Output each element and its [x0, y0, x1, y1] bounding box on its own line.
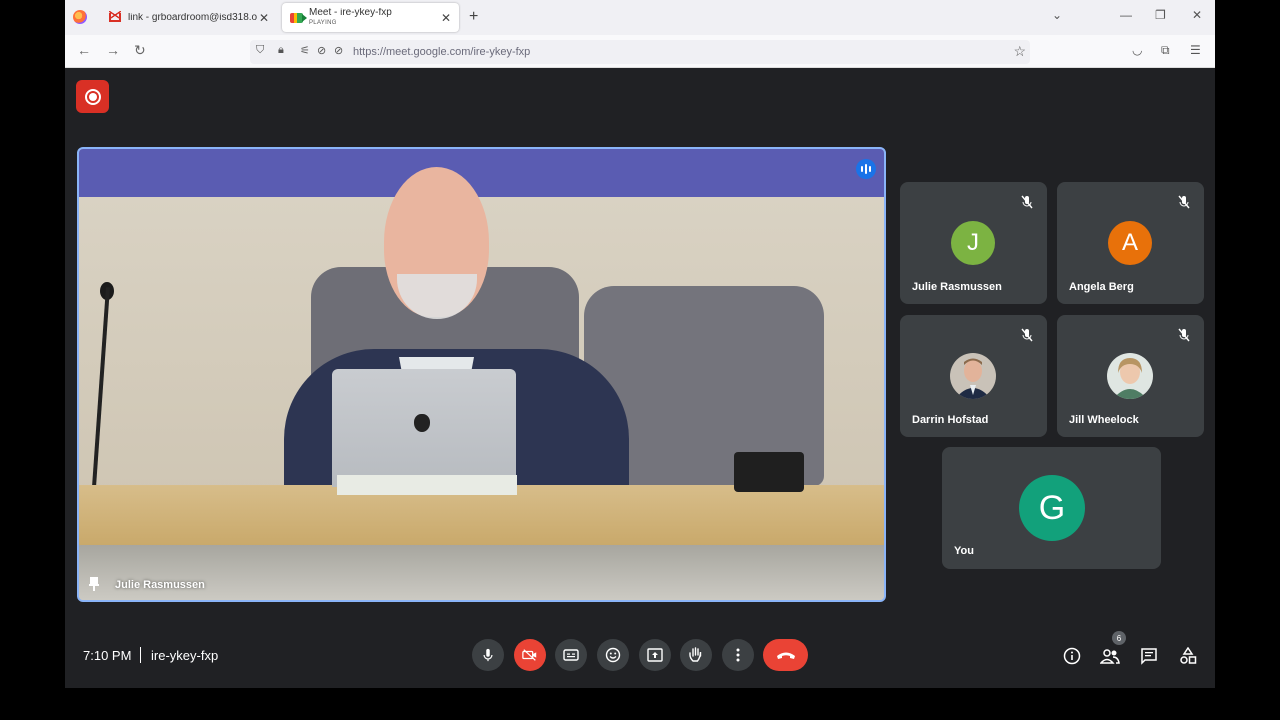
participant-name: Julie Rasmussen	[912, 281, 1002, 293]
chat-button[interactable]	[1138, 645, 1160, 667]
minimize-icon[interactable]: —	[1120, 8, 1132, 22]
activities-shapes-icon	[1180, 647, 1197, 664]
recording-icon	[76, 80, 109, 113]
participant-name: Angela Berg	[1069, 281, 1134, 293]
people-icon	[1100, 649, 1120, 664]
pin-icon[interactable]	[89, 577, 99, 591]
close-tab-icon[interactable]: ✕	[439, 11, 453, 25]
hang-up-icon	[776, 652, 795, 659]
menu-icon[interactable]: ☰	[1190, 43, 1201, 57]
avatar: A	[1108, 221, 1152, 265]
participant-name: Darrin Hofstad	[912, 414, 989, 426]
avatar: G	[1019, 475, 1085, 541]
browser-tab-bar: link - grboardroom@isd318.org ✕ Meet - i…	[65, 0, 1215, 35]
close-tab-icon[interactable]: ✕	[257, 11, 271, 25]
chat-icon	[1141, 648, 1157, 665]
tab-gmail[interactable]: link - grboardroom@isd318.org ✕	[99, 3, 277, 32]
avatar-photo	[950, 353, 996, 399]
meet-icon	[290, 12, 307, 23]
meeting-code: ire-ykey-fxp	[151, 648, 219, 663]
tab-playing-label: PLAYING	[309, 19, 337, 26]
main-video-tile[interactable]: Julie Rasmussen	[77, 147, 886, 602]
participant-name: Jill Wheelock	[1069, 414, 1139, 426]
emoji-icon	[605, 647, 621, 663]
speaking-indicator-icon	[856, 159, 876, 179]
window-close-icon[interactable]: ✕	[1192, 8, 1202, 22]
reload-icon[interactable]: ↻	[134, 42, 146, 59]
url-text: https://meet.google.com/ire-ykey-fxp	[353, 46, 531, 58]
reactions-button[interactable]	[597, 639, 629, 671]
muted-mic-icon	[1178, 195, 1190, 209]
tab-title: Meet - ire-ykey-fxp	[309, 7, 392, 18]
participant-tile[interactable]: Jill Wheelock	[1057, 315, 1204, 437]
captions-button[interactable]	[555, 639, 587, 671]
more-vert-icon	[736, 648, 740, 662]
leave-call-button[interactable]	[763, 639, 808, 671]
participant-tile[interactable]: A Angela Berg	[1057, 182, 1204, 304]
meeting-time: 7:10 PM	[83, 648, 132, 663]
tab-title: link - grboardroom@isd318.org	[128, 12, 257, 23]
divider	[140, 647, 141, 663]
extensions-icon[interactable]: ⧉	[1161, 43, 1170, 58]
participant-tile[interactable]: J Julie Rasmussen	[900, 182, 1047, 304]
participant-tile[interactable]: Darrin Hofstad	[900, 315, 1047, 437]
lock-icon[interactable]: 🔒︎	[278, 44, 284, 57]
captions-icon	[563, 649, 579, 661]
present-screen-icon	[647, 648, 663, 662]
info-icon	[1063, 647, 1081, 665]
firefox-icon	[73, 10, 87, 24]
people-button[interactable]	[1099, 645, 1121, 667]
microphone-button[interactable]	[472, 639, 504, 671]
mic-blocked-icon[interactable]: ⊘	[334, 44, 343, 57]
hand-icon	[689, 647, 702, 662]
browser-nav-bar: ← → ↻ ⛉ 🔒︎ ⚟ ⊘ ⊘ https://meet.google.com…	[65, 35, 1215, 68]
raise-hand-button[interactable]	[680, 639, 712, 671]
activities-button[interactable]	[1177, 645, 1199, 667]
self-name: You	[954, 545, 974, 557]
meeting-info-button[interactable]	[1061, 645, 1083, 667]
restore-icon[interactable]: ❐	[1155, 8, 1166, 22]
mic-icon	[483, 648, 493, 662]
back-icon[interactable]: ←	[77, 42, 91, 58]
camera-button[interactable]	[514, 639, 546, 671]
url-bar[interactable]: ⛉ 🔒︎ ⚟ ⊘ ⊘ https://meet.google.com/ire-y…	[250, 40, 1030, 64]
muted-mic-icon	[1021, 195, 1033, 209]
avatar: J	[951, 221, 995, 265]
shield-icon[interactable]: ⛉	[256, 44, 264, 57]
people-count-badge: 6	[1112, 631, 1126, 645]
more-options-button[interactable]	[722, 639, 754, 671]
new-tab-button[interactable]: +	[469, 8, 478, 26]
avatar-photo	[1107, 353, 1153, 399]
camera-blocked-icon[interactable]: ⊘	[317, 44, 326, 57]
camera-off-icon	[522, 649, 537, 661]
pocket-icon[interactable]: ◡	[1132, 43, 1142, 57]
bookmark-star-icon[interactable]: ☆	[1013, 43, 1026, 60]
present-button[interactable]	[639, 639, 671, 671]
permissions-icon[interactable]: ⚟	[300, 44, 310, 57]
muted-mic-icon	[1021, 328, 1033, 342]
video-feed	[79, 149, 884, 600]
gmail-icon	[109, 11, 121, 22]
self-tile[interactable]: G You	[942, 447, 1161, 569]
tab-list-chevron-icon[interactable]: ⌄	[1052, 8, 1062, 22]
forward-icon[interactable]: →	[106, 42, 120, 58]
screen: link - grboardroom@isd318.org ✕ Meet - i…	[65, 0, 1215, 688]
tab-meet[interactable]: Meet - ire-ykey-fxp PLAYING ✕	[282, 3, 459, 32]
muted-mic-icon	[1178, 328, 1190, 342]
main-speaker-name: Julie Rasmussen	[115, 579, 205, 591]
